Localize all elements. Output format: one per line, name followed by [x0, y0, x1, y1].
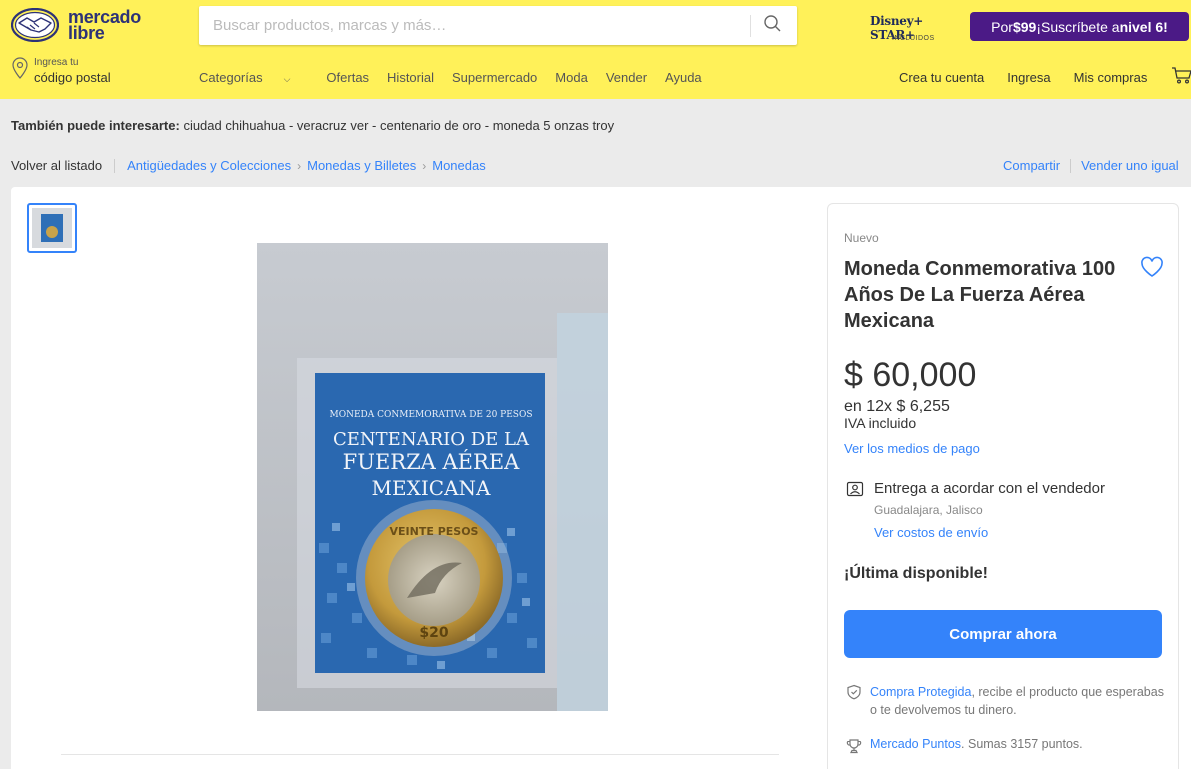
chevron-right-icon: › [422, 158, 427, 173]
product-price: $ 60,000 [844, 356, 977, 394]
protected-purchase-link[interactable]: Compra Protegida [870, 685, 971, 699]
create-account-link[interactable]: Crea tu cuenta [899, 70, 984, 85]
svg-text:$20: $20 [419, 625, 448, 641]
svg-text:MONEDA CONMEMORATIVA DE 20 PES: MONEDA CONMEMORATIVA DE 20 PESOS [329, 410, 532, 420]
share-actions: Compartir Vender uno igual [1003, 158, 1179, 173]
shield-check-icon [847, 684, 861, 700]
product-main-image[interactable]: MONEDA CONMEMORATIVA DE 20 PESOS CENTENA… [257, 243, 608, 711]
svg-text:CENTENARIO DE LA: CENTENARIO DE LA [333, 429, 530, 450]
nav-historial[interactable]: Historial [387, 70, 434, 85]
seller-location: Guadalajara, Jalisco [874, 503, 983, 517]
stock-status: ¡Última disponible! [844, 565, 988, 582]
trophy-icon [846, 739, 862, 754]
person-handoff-icon [846, 481, 864, 497]
handshake-logo-icon [10, 7, 60, 43]
nav-categorias[interactable]: Categorías ⌵ [199, 70, 308, 85]
share-link[interactable]: Compartir [1003, 158, 1060, 173]
search-icon[interactable] [763, 14, 783, 34]
search-input[interactable] [213, 6, 743, 45]
buy-now-button[interactable]: Comprar ahora [844, 610, 1162, 658]
item-condition: Nuevo [844, 231, 879, 245]
location-line1: Ingresa tu [34, 57, 79, 68]
mercado-points: Mercado Puntos. Sumas 3157 puntos. [870, 737, 1083, 751]
breadcrumb-item-antiguedades[interactable]: Antigüedades y Colecciones [127, 158, 291, 173]
cart-icon[interactable] [1171, 66, 1191, 84]
breadcrumb-item-monedas-billetes[interactable]: Monedas y Billetes [307, 158, 416, 173]
main-nav: Categorías ⌵ Ofertas Historial Supermerca… [199, 70, 720, 85]
nav-ayuda[interactable]: Ayuda [665, 70, 702, 85]
breadcrumb: Volver al listado Antigüedades y Colecci… [11, 158, 486, 173]
purchase-protection: Compra Protegida, recibe el producto que… [870, 685, 1164, 717]
related-searches: También puede interesarte: ciudad chihua… [11, 118, 614, 133]
nav-supermercado[interactable]: Supermercado [452, 70, 537, 85]
nav-vender[interactable]: Vender [606, 70, 647, 85]
product-panel: MONEDA CONMEMORATIVA DE 20 PESOS CENTENA… [11, 187, 1191, 769]
nav-moda[interactable]: Moda [555, 70, 588, 85]
gallery-thumbnail[interactable] [27, 203, 77, 253]
shipping-costs-link[interactable]: Ver costos de envío [874, 525, 988, 540]
my-purchases-link[interactable]: Mis compras [1074, 70, 1148, 85]
related-label: También puede interesarte: [11, 118, 180, 133]
buy-box: Nuevo Moneda Conmemorativa 100 Años De L… [827, 203, 1179, 769]
product-title: Moneda Conmemorativa 100 Años De La Fuer… [844, 258, 1116, 332]
postal-code-selector[interactable]: Ingresa tu código postal [11, 56, 161, 88]
user-nav: Crea tu cuenta Ingresa Mis compras [899, 70, 1170, 85]
search-divider [750, 15, 751, 37]
disney-star-promo[interactable]: Disney+ STAR+ INCLUIDOS [870, 14, 962, 44]
back-to-listing-link[interactable]: Volver al listado [11, 158, 102, 173]
svg-text:FUERZA AÉREA: FUERZA AÉREA [343, 450, 520, 474]
nav-ofertas[interactable]: Ofertas [326, 70, 369, 85]
related-items[interactable]: ciudad chihuahua - veracruz ver - centen… [183, 118, 614, 133]
section-divider [61, 754, 779, 755]
installments: en 12x $ 6,255 [844, 398, 950, 415]
mercado-points-link[interactable]: Mercado Puntos [870, 737, 961, 751]
share-divider [1070, 158, 1072, 173]
payment-methods-link[interactable]: Ver los medios de pago [844, 441, 980, 456]
delivery-method: Entrega a acordar con el vendedor [874, 480, 1105, 497]
location-pin-icon [12, 57, 28, 79]
subscription-promo-button[interactable]: Por $99 ¡Suscríbete a nivel 6! [970, 12, 1189, 41]
breadcrumb-divider [114, 158, 116, 173]
header: mercado libre Disney+ STAR+ INCLUIDOS Po… [0, 0, 1191, 99]
disney-sub: INCLUIDOS [892, 35, 935, 42]
location-line2: código postal [34, 70, 111, 85]
chevron-down-icon: ⌵ [283, 74, 291, 84]
thumbnail-image [32, 208, 72, 248]
search-bar [199, 6, 797, 45]
svg-text:MEXICANA: MEXICANA [372, 476, 491, 500]
tax-note: IVA incluido [844, 415, 917, 431]
svg-text:VEINTE PESOS: VEINTE PESOS [390, 525, 479, 538]
login-link[interactable]: Ingresa [1007, 70, 1050, 85]
mercadolibre-logo[interactable]: mercado libre [10, 7, 151, 44]
logo-wordmark: mercado libre [68, 7, 141, 43]
breadcrumb-item-monedas[interactable]: Monedas [432, 158, 485, 173]
chevron-right-icon: › [297, 158, 302, 173]
heart-icon[interactable] [1140, 256, 1164, 278]
sell-same-link[interactable]: Vender uno igual [1081, 158, 1179, 173]
